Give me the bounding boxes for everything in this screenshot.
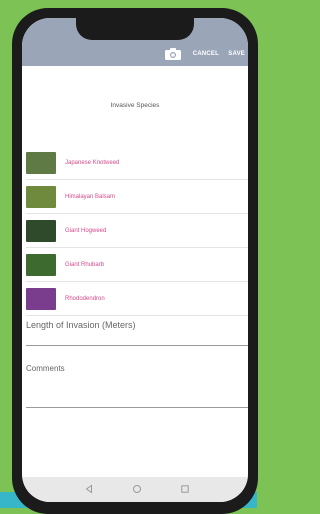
species-thumbnail (26, 287, 56, 310)
species-label: Japanese Knotweed (65, 159, 120, 166)
phone-frame: CANCEL SAVE Invasive Species Japanese Kn… (12, 8, 258, 514)
species-label: Himalayan Balsam (65, 193, 116, 200)
section-title: Invasive Species (110, 102, 160, 109)
species-item-rhododendron[interactable]: Rhododendron (26, 282, 248, 316)
app-screen: CANCEL SAVE Invasive Species Japanese Kn… (22, 18, 248, 502)
comments-field-label: Comments (26, 364, 65, 373)
recent-apps-icon[interactable] (180, 484, 190, 494)
save-button[interactable]: SAVE (228, 51, 245, 57)
length-field-label: Length of Invasion (Meters) (26, 320, 136, 330)
species-label: Giant Hogweed (65, 227, 107, 234)
comments-input[interactable] (26, 407, 248, 408)
species-label: Rhododendron (65, 295, 105, 302)
camera-icon[interactable] (165, 48, 181, 60)
species-item-giant-hogweed[interactable]: Giant Hogweed (26, 214, 248, 248)
species-item-japanese-knotweed[interactable]: Japanese Knotweed (26, 146, 248, 180)
cancel-button[interactable]: CANCEL (193, 51, 219, 57)
home-icon[interactable] (132, 484, 142, 494)
species-thumbnail (26, 151, 56, 174)
back-icon[interactable] (84, 484, 94, 494)
species-label: Giant Rhubarb (65, 261, 105, 268)
species-list: Japanese Knotweed Himalayan Balsam Giant… (26, 146, 248, 316)
species-thumbnail (26, 219, 56, 242)
length-input[interactable] (26, 345, 248, 346)
species-item-himalayan-balsam[interactable]: Himalayan Balsam (26, 180, 248, 214)
species-thumbnail (26, 253, 56, 276)
phone-notch (76, 18, 194, 40)
species-thumbnail (26, 185, 56, 208)
species-item-giant-rhubarb[interactable]: Giant Rhubarb (26, 248, 248, 282)
system-nav-bar (22, 477, 248, 502)
